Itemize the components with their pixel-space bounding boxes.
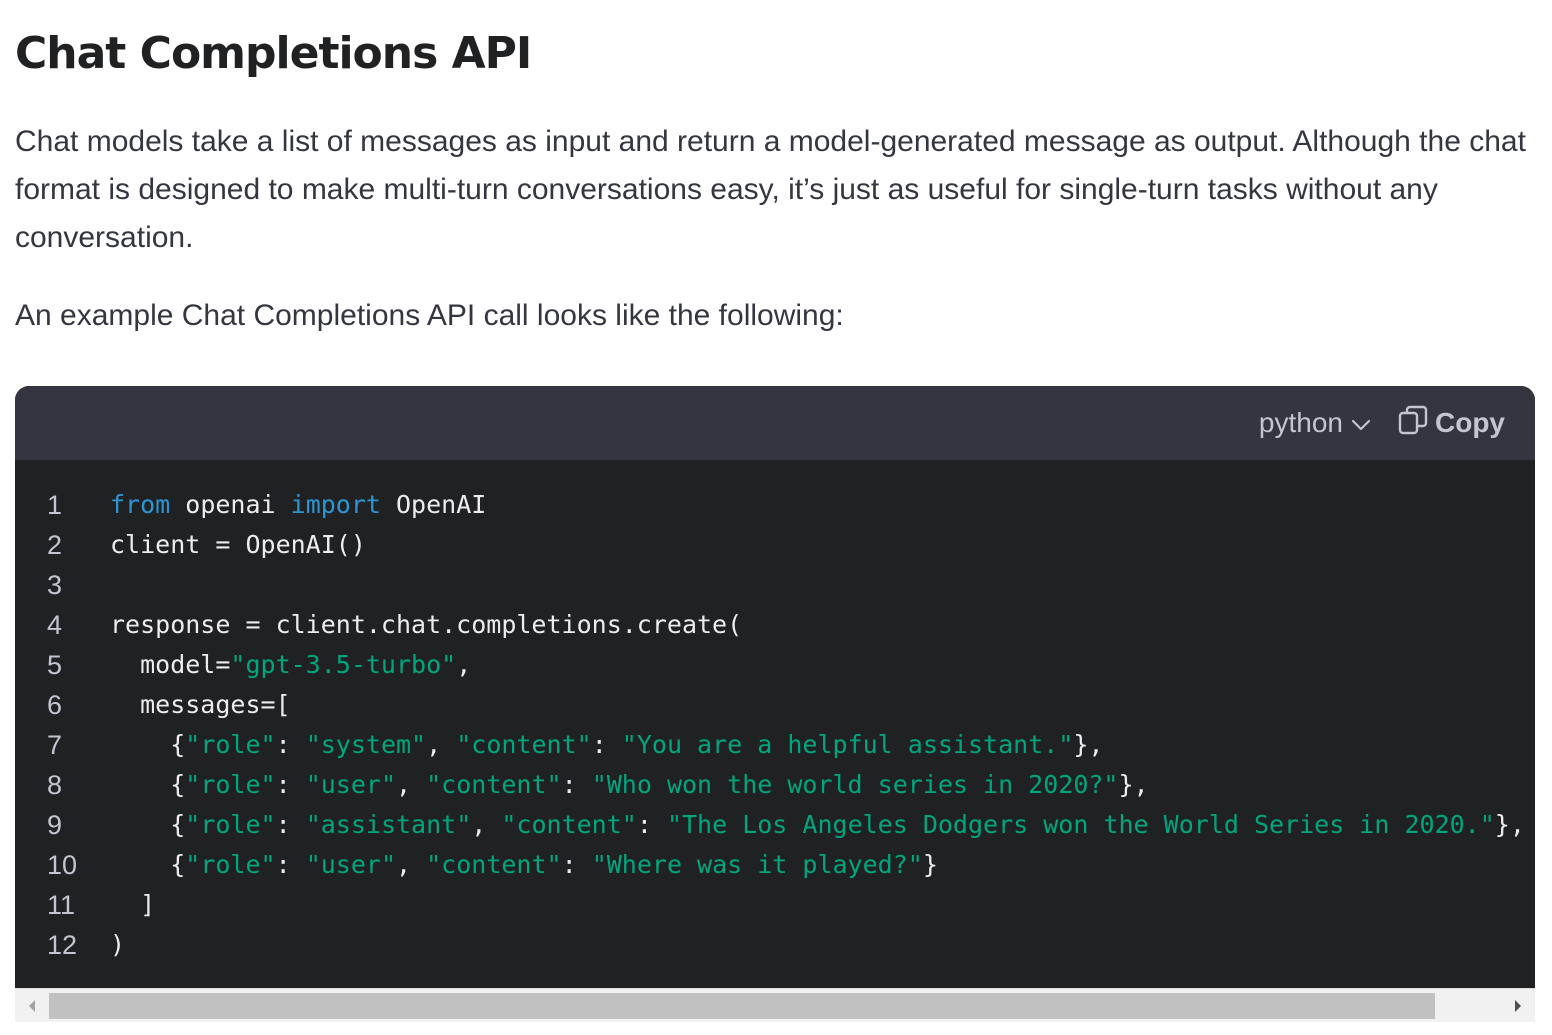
code-text: model="gpt-3.5-turbo", <box>110 645 471 685</box>
code-line: 3 <box>15 565 1535 605</box>
string-token: "user" <box>305 770 396 799</box>
code-block-header: python Copy <box>15 386 1535 460</box>
code-line: 11 ] <box>15 885 1535 925</box>
string-token: "system" <box>305 730 427 759</box>
line-number: 5 <box>47 650 63 680</box>
string-token: "You are a helpful assistant." <box>621 730 1074 759</box>
string-token: "role" <box>185 810 276 839</box>
scroll-left-arrow-icon[interactable] <box>15 989 49 1022</box>
code-line: 6 messages=[ <box>15 685 1535 725</box>
code-text: {"role": "user", "content": "Where was i… <box>110 845 938 885</box>
page-title: Chat Completions API <box>15 28 532 79</box>
code-token: , <box>396 770 427 799</box>
code-token: openai <box>170 490 291 519</box>
string-token: "The Los Angeles Dodgers won the World S… <box>666 810 1495 839</box>
example-intro-text: An example Chat Completions API call loo… <box>15 299 844 332</box>
code-text: ) <box>110 925 125 965</box>
string-token: "content" <box>456 730 592 759</box>
code-token: ] <box>110 890 156 919</box>
code-token: { <box>110 730 186 759</box>
code-token: , <box>396 850 427 879</box>
code-body: 1 from openai import OpenAI 2 client = Open… <box>15 460 1535 988</box>
code-token: : <box>275 850 306 879</box>
copy-button[interactable]: Copy <box>1397 404 1505 443</box>
horizontal-scrollbar[interactable] <box>15 988 1535 1022</box>
code-text: ] <box>110 885 155 925</box>
line-number: 2 <box>47 530 63 560</box>
line-number: 11 <box>47 890 76 920</box>
code-text: response = client.chat.completions.creat… <box>110 605 742 645</box>
code-token: : <box>636 810 667 839</box>
keyword-token: from <box>110 490 171 519</box>
code-block: python Copy 1 from openai import OpenAI 2 c… <box>15 386 1535 1022</box>
line-number: 9 <box>47 810 63 840</box>
code-text: {"role": "system", "content": "You are a… <box>110 725 1103 765</box>
line-number: 7 <box>47 730 63 760</box>
code-text: {"role": "assistant", "content": "The Lo… <box>110 805 1525 845</box>
language-selector[interactable]: python <box>1259 407 1371 439</box>
code-line: 12) <box>15 925 1535 965</box>
line-number: 6 <box>47 690 63 720</box>
code-token: , <box>426 730 457 759</box>
line-number: 4 <box>47 610 63 640</box>
string-token: "Who won the world series in 2020?" <box>591 770 1119 799</box>
string-token: "user" <box>305 850 396 879</box>
code-token: : <box>591 730 622 759</box>
code-token: ) <box>110 930 126 959</box>
code-text: {"role": "user", "content": "Who won the… <box>110 765 1149 805</box>
code-token: { <box>110 810 186 839</box>
string-token: "assistant" <box>305 810 472 839</box>
string-token: "role" <box>185 850 276 879</box>
code-token: { <box>110 770 186 799</box>
scrollbar-thumb[interactable] <box>49 993 1435 1019</box>
language-label: python <box>1258 407 1343 438</box>
code-token: : <box>275 730 306 759</box>
string-token: "gpt-3.5-turbo" <box>230 650 457 679</box>
code-token: , <box>456 650 472 679</box>
code-token: : <box>561 850 592 879</box>
line-number: 12 <box>47 930 78 960</box>
code-token: client = OpenAI() <box>110 530 366 559</box>
code-token: } <box>922 850 938 879</box>
string-token: "content" <box>426 850 562 879</box>
intro-paragraph: Chat models take a list of messages as i… <box>15 125 1526 254</box>
code-line: 7 {"role": "system", "content": "You are… <box>15 725 1535 765</box>
code-token: model= <box>110 650 231 679</box>
code-token: , <box>471 810 502 839</box>
code-line: 4 response = client.chat.completions.crea… <box>15 605 1535 645</box>
line-number: 3 <box>47 570 63 600</box>
code-line: 1 from openai import OpenAI <box>15 485 1535 525</box>
code-text: messages=[ <box>110 685 291 725</box>
code-token: }, <box>1073 730 1104 759</box>
line-number: 8 <box>47 770 63 800</box>
line-number: 1 <box>47 490 63 520</box>
code-line: 10 {"role": "user", "content": "Where wa… <box>15 845 1535 885</box>
code-token: }, <box>1118 770 1149 799</box>
string-token: "role" <box>185 770 276 799</box>
string-token: "content" <box>426 770 562 799</box>
code-line: 9 {"role": "assistant", "content": "The … <box>15 805 1535 845</box>
scroll-right-arrow-icon[interactable] <box>1501 989 1535 1022</box>
code-token: { <box>110 850 186 879</box>
code-token: : <box>275 770 306 799</box>
code-text: from openai import OpenAI <box>110 485 486 525</box>
chevron-down-icon <box>1351 407 1371 439</box>
code-line: 2 client = OpenAI() <box>15 525 1535 565</box>
code-token: response = client.chat.completions.creat… <box>110 610 743 639</box>
code-line: 5 model="gpt-3.5-turbo", <box>15 645 1535 685</box>
string-token: "role" <box>185 730 276 759</box>
code-token: : <box>561 770 592 799</box>
copy-icon <box>1397 404 1429 443</box>
line-number: 10 <box>47 850 78 880</box>
code-token: OpenAI <box>380 490 487 519</box>
keyword-token: import <box>290 490 381 519</box>
copy-label: Copy <box>1435 407 1505 438</box>
string-token: "content" <box>501 810 637 839</box>
string-token: "Where was it played?" <box>591 850 923 879</box>
code-line: 8 {"role": "user", "content": "Who won t… <box>15 765 1535 805</box>
code-token: messages=[ <box>110 690 291 719</box>
code-text: client = OpenAI() <box>110 525 366 565</box>
code-token: : <box>275 810 306 839</box>
code-token: }, <box>1494 810 1525 839</box>
